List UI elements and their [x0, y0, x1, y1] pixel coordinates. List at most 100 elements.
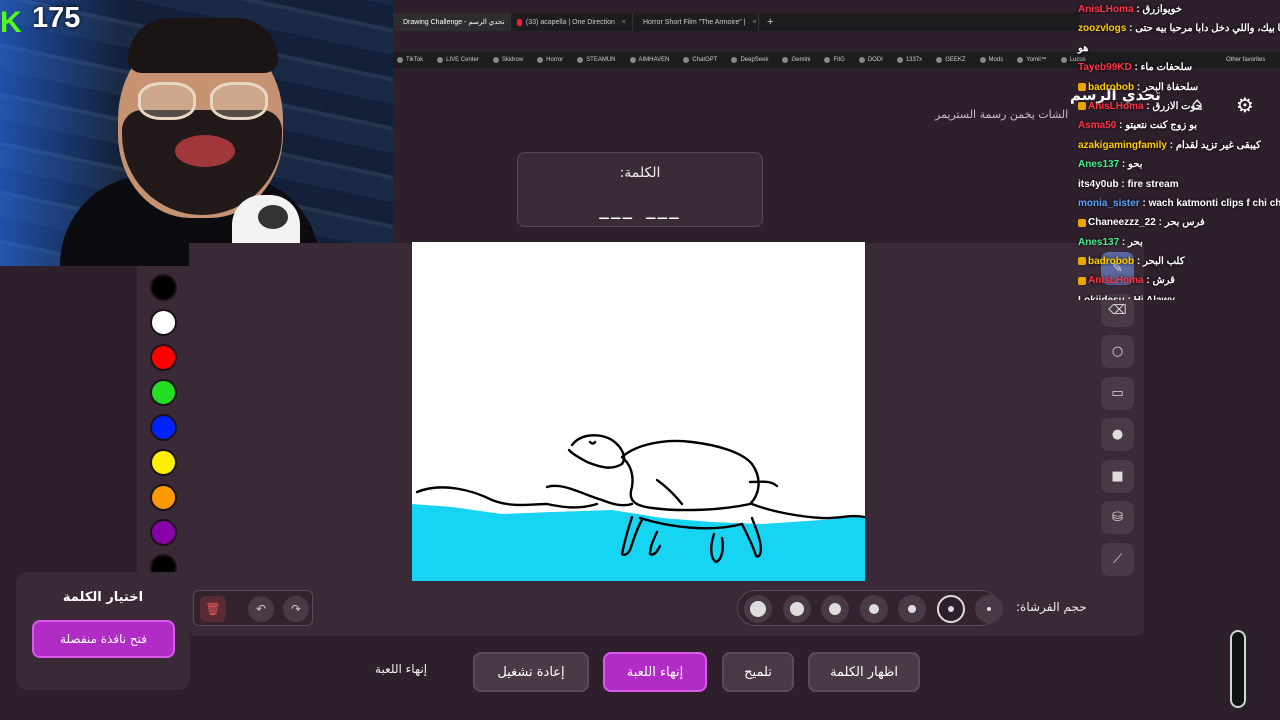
reveal-word-button[interactable]: اظهار الكلمة	[808, 652, 920, 692]
hint-button[interactable]: تلميح	[722, 652, 794, 692]
chat-text: wach katmonti clips f chi ch	[1148, 197, 1280, 209]
brush-size-option[interactable]	[936, 595, 965, 623]
chat-message: AnisLHoma : قرش	[1072, 271, 1280, 290]
word-card: الكلمة: ___ ___	[517, 152, 763, 227]
bookmark-favicon-icon	[577, 57, 584, 63]
bookmark-label: Skidrow	[501, 57, 524, 63]
close-icon[interactable]: ×	[752, 19, 756, 26]
chat-message: هو	[1072, 39, 1280, 58]
color-swatch[interactable]	[150, 414, 177, 441]
page-subtitle: الشات يخمن رسمة الستريمر	[935, 108, 1069, 121]
color-swatch[interactable]	[150, 309, 177, 336]
chat-text: بحر	[1128, 236, 1143, 248]
chat-message: Anes137 : بحو	[1072, 155, 1280, 174]
undo-icon[interactable]: ↶	[248, 596, 274, 622]
viewer-count: 175	[32, 2, 81, 34]
brush-size-option[interactable]	[744, 595, 772, 623]
bookmark-item[interactable]: Skidrow	[492, 57, 524, 63]
circle-fill-icon[interactable]: ●	[1101, 418, 1134, 451]
chat-overlay: AnisLHoma : خويوازرقzoozvlogs : مرحبا بي…	[1072, 0, 1280, 300]
chat-message: its4y0ub : fire stream	[1072, 175, 1280, 194]
bookmark-item[interactable]: STEAMUN	[577, 57, 616, 63]
chat-username: AnisLHoma	[1088, 100, 1144, 112]
brush-size-label: حجم الفرشاة:	[1016, 600, 1087, 614]
choose-word-title: اختيار الكلمة	[62, 590, 144, 605]
bookmark-item[interactable]: Horror	[537, 57, 563, 63]
webcam-overlay: K 175	[0, 0, 393, 266]
bookmark-item[interactable]: GEEKZ	[936, 57, 966, 63]
open-window-button[interactable]: فتح نافذة منفصلة	[32, 620, 175, 658]
brush-size-option[interactable]	[782, 595, 811, 623]
color-swatch[interactable]	[150, 449, 177, 476]
bookmark-label: DODI	[867, 57, 883, 63]
color-swatch[interactable]	[150, 484, 177, 511]
new-tab-button[interactable]: +	[759, 16, 781, 28]
chat-message: AnisLHoma : خويوازرق	[1072, 0, 1280, 19]
bookmark-item[interactable]: Yomil™	[1017, 57, 1047, 63]
stream-scene: { "webcam": {"platform_icon": "kick-logo…	[0, 0, 1280, 720]
bookmark-item[interactable]: LIVE Center	[437, 57, 479, 63]
brush-dot	[908, 605, 916, 613]
corner-widget	[1230, 630, 1246, 708]
chat-username: badrobob	[1088, 81, 1135, 93]
color-swatch[interactable]	[150, 344, 177, 371]
brush-dot	[750, 601, 766, 617]
microphone-skull-print	[258, 205, 288, 229]
brush-dot	[947, 606, 954, 612]
tab-drawing-challenge[interactable]: Drawing Challenge - تحدي الرسم×	[393, 13, 511, 31]
chat-username: Anes137	[1078, 159, 1120, 171]
bookmark-favicon-icon	[979, 57, 986, 63]
bookmark-item[interactable]: FitG	[824, 57, 845, 63]
bookmark-favicon-icon	[683, 57, 690, 63]
redo-icon[interactable]: ↷	[283, 596, 309, 622]
drawing-canvas[interactable]	[412, 242, 865, 581]
tab-acapella[interactable]: (33) acapella | One Direction ×	[511, 13, 633, 31]
rect-outline-icon[interactable]: ▭	[1101, 376, 1134, 410]
color-swatch[interactable]	[150, 519, 177, 546]
chat-text: هو	[1078, 42, 1089, 54]
bookmark-item[interactable]: TikTok	[397, 57, 423, 63]
tab-horror-film[interactable]: Horror Short Film "The Armoire" | ×	[633, 13, 759, 31]
glasses-left	[138, 82, 196, 120]
bookmark-item[interactable]: DeepSeek	[731, 57, 768, 63]
circle-icon[interactable]: ○	[1101, 335, 1134, 368]
brush-dot	[868, 604, 879, 614]
bookmark-item[interactable]: 1337x	[896, 57, 922, 63]
rect-fill-icon[interactable]: ■	[1101, 459, 1134, 493]
bookmark-item[interactable]: DODI	[858, 57, 883, 63]
chat-separator: :	[1119, 159, 1129, 171]
bookmark-item[interactable]: AIMHAVEN	[629, 57, 669, 63]
chat-separator: :	[1126, 23, 1136, 35]
fill-bucket-icon[interactable]: ⛁	[1101, 501, 1134, 534]
chat-text: فرس بحر	[1164, 217, 1205, 229]
chat-separator: :	[1134, 256, 1143, 268]
brush-dot	[987, 607, 991, 611]
brush-size-option[interactable]	[821, 595, 849, 623]
bookmark-item[interactable]: Mods	[979, 57, 1003, 63]
trash-icon[interactable]: 🗑	[200, 596, 226, 622]
word-blanks: ___ ___	[599, 200, 681, 219]
brush-size-option[interactable]	[975, 595, 1003, 623]
edit-controls: 🗑 ↶ ↷	[193, 590, 313, 626]
bookmark-favicon-icon	[629, 57, 636, 63]
bookmark-favicon-icon	[397, 57, 403, 63]
chat-separator: :	[1166, 139, 1176, 151]
end-game-button[interactable]: إنهاء اللعبة	[603, 652, 707, 692]
chat-message: Tayeb99KD : سلحفات ماء	[1072, 58, 1280, 77]
streamer-mouth	[175, 135, 235, 167]
close-icon[interactable]: ×	[622, 19, 626, 26]
brush-size-option[interactable]	[859, 595, 888, 623]
word-label: الكلمة:	[619, 165, 661, 181]
line-icon[interactable]: ⟋	[1101, 542, 1134, 576]
end-game-text: إنهاء اللعبة	[375, 662, 428, 676]
bookmark-label: TikTok	[406, 57, 424, 63]
brush-size-option[interactable]	[898, 595, 926, 623]
chat-text: سلحفات ماء	[1140, 62, 1193, 74]
color-swatch[interactable]	[150, 274, 177, 301]
restart-button[interactable]: إعادة تشغيل	[473, 652, 589, 692]
bookmark-item[interactable]: Gemini	[782, 57, 810, 63]
bookmark-item[interactable]: ChatGPT	[683, 57, 717, 63]
bookmark-label: Yomil™	[1026, 57, 1047, 63]
color-swatch[interactable]	[150, 379, 177, 406]
chat-separator: :	[1119, 236, 1129, 248]
